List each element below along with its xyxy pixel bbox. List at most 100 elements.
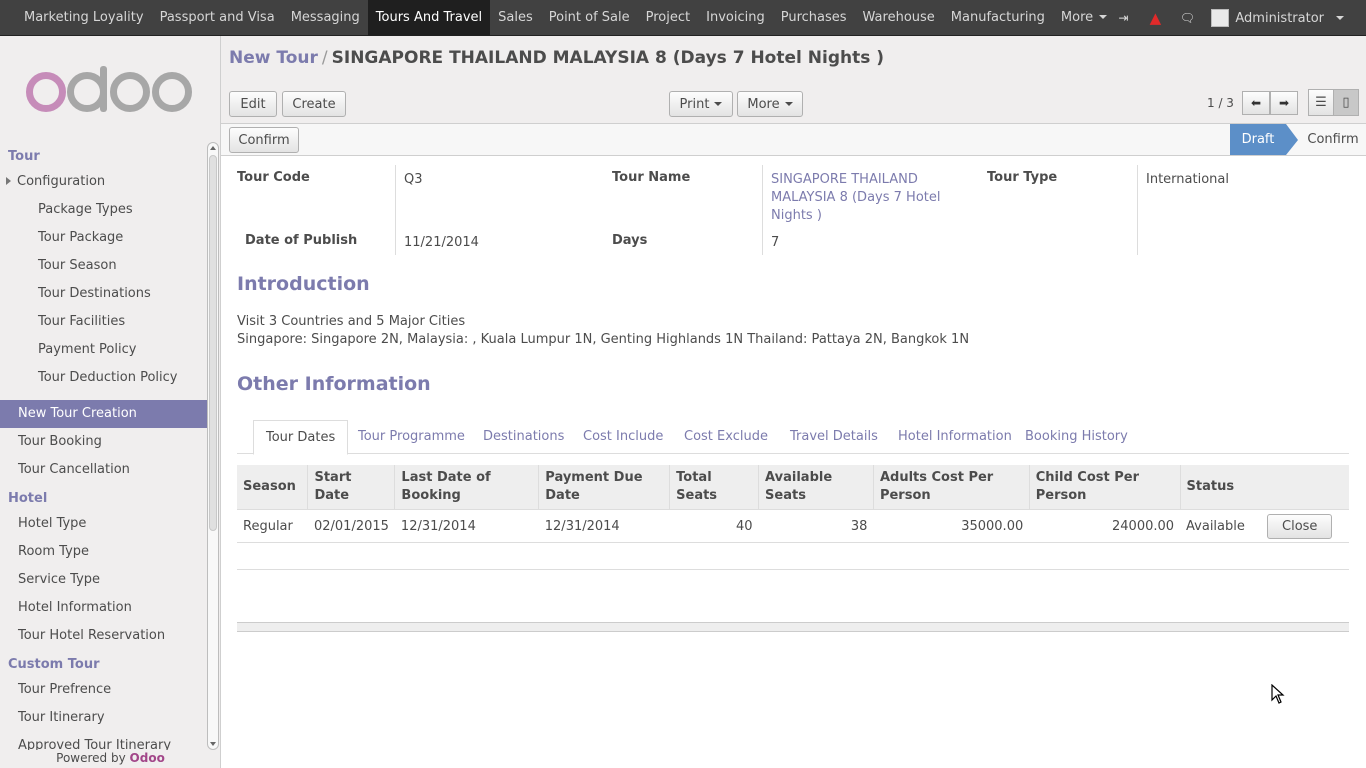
tab-booking-history[interactable]: Booking History: [1025, 420, 1128, 454]
main-content: New Tour / SINGAPORE THAILAND MALAYSIA 8 (…: [221, 36, 1366, 768]
more-label: More: [747, 96, 780, 112]
stage-confirm[interactable]: Confirm: [1299, 124, 1366, 155]
section-tour: Tour: [8, 149, 40, 164]
menu-sales[interactable]: Sales: [490, 0, 541, 36]
tour-type-label: Tour Type: [987, 170, 1058, 185]
sidebar-item-tour-facilities[interactable]: Tour Facilities: [0, 308, 208, 336]
section-hotel: Hotel: [8, 491, 48, 506]
menu-point-of-sale[interactable]: Point of Sale: [541, 0, 638, 36]
date-of-publish-label: Date of Publish: [245, 233, 358, 248]
tab-travel-details[interactable]: Travel Details: [790, 420, 878, 454]
scroll-down-icon[interactable]: [210, 742, 216, 746]
tour-name-value[interactable]: SINGAPORE THAILAND MALAYSIA 8 (Days 7 Ho…: [771, 171, 981, 225]
tab-cost-exclude[interactable]: Cost Exclude: [684, 420, 768, 454]
chat-icon[interactable]: 🗨: [1179, 11, 1195, 25]
powered-brand-link[interactable]: Odoo: [130, 751, 165, 765]
odoo-logo[interactable]: [26, 66, 196, 122]
avatar: [1211, 9, 1230, 27]
column-header-child-cost[interactable]: Child Cost Per Person: [1029, 465, 1181, 510]
cell-available-seats: 38: [758, 509, 874, 543]
column-header-last-date-of-booking[interactable]: Last Date of Booking: [394, 465, 540, 510]
menu-project[interactable]: Project: [638, 0, 698, 36]
tab-tour-programme[interactable]: Tour Programme: [358, 420, 465, 454]
sidebar-item-new-tour-creation[interactable]: New Tour Creation: [0, 400, 208, 428]
column-header-payment-due-date[interactable]: Payment Due Date: [538, 465, 671, 510]
top-navbar: Marketing Loyality Passport and Visa Mes…: [0, 0, 1366, 36]
sidebar-item-payment-policy[interactable]: Payment Policy: [0, 336, 208, 364]
section-custom-tour: Custom Tour: [8, 657, 100, 672]
caret-down-icon: [1336, 16, 1344, 20]
menu-passport-visa[interactable]: Passport and Visa: [152, 0, 283, 36]
menu-marketing-loyality[interactable]: Marketing Loyality: [16, 0, 152, 36]
menu-messaging[interactable]: Messaging: [283, 0, 368, 36]
date-of-publish-value: 11/21/2014: [404, 235, 479, 250]
breadcrumb-parent[interactable]: New Tour: [229, 48, 318, 68]
column-header-total-seats[interactable]: Total Seats: [669, 465, 760, 510]
tab-cost-include[interactable]: Cost Include: [583, 420, 663, 454]
edit-button[interactable]: Edit: [229, 91, 277, 117]
tab-hotel-information[interactable]: Hotel Information: [898, 420, 1012, 454]
sidebar-menu: Tour Configuration Package Types Tour Pa…: [0, 142, 208, 750]
menu-invoicing[interactable]: Invoicing: [698, 0, 773, 36]
sidebar-item-tour-prefrence[interactable]: Tour Prefrence: [0, 676, 208, 704]
menu-more[interactable]: More: [1053, 0, 1115, 36]
caret-down-icon: [784, 102, 793, 106]
stage-draft[interactable]: Draft: [1230, 124, 1298, 155]
tour-dates-table: Season Start Date Last Date of Booking P…: [237, 465, 1349, 597]
app-menu: Marketing Loyality Passport and Visa Mes…: [0, 0, 1115, 36]
sidebar-item-package-types[interactable]: Package Types: [0, 196, 208, 224]
column-header-start-date[interactable]: Start Date: [307, 465, 396, 510]
column-header-adults-cost[interactable]: Adults Cost Per Person: [873, 465, 1030, 510]
breadcrumb-separator: /: [321, 48, 328, 68]
sidebar-item-tour-booking[interactable]: Tour Booking: [0, 428, 208, 456]
menu-warehouse[interactable]: Warehouse: [855, 0, 943, 36]
sidebar-item-tour-deduction-policy[interactable]: Tour Deduction Policy: [0, 364, 208, 392]
sidebar-item-hotel-type[interactable]: Hotel Type: [0, 510, 208, 538]
pager-previous-button[interactable]: ⬅: [1242, 91, 1270, 115]
menu-purchases[interactable]: Purchases: [773, 0, 855, 36]
column-header-available-seats[interactable]: Available Seats: [758, 465, 874, 510]
divider: [1137, 165, 1138, 255]
empty-cell: [237, 542, 1349, 570]
table-footer: [237, 622, 1349, 632]
sidebar-item-service-type[interactable]: Service Type: [0, 566, 208, 594]
print-button[interactable]: Print: [669, 91, 733, 117]
list-view-button[interactable]: ☰: [1308, 89, 1334, 116]
empty-cell: [237, 569, 1349, 597]
form-view-button[interactable]: ▯: [1333, 89, 1359, 116]
sidebar-scrollbar[interactable]: [207, 142, 219, 750]
sidebar-item-tour-itinerary[interactable]: Tour Itinerary: [0, 704, 208, 732]
warning-icon[interactable]: ▲: [1147, 9, 1163, 27]
sidebar-item-tour-cancellation[interactable]: Tour Cancellation: [0, 456, 208, 484]
sidebar-item-tour-hotel-reservation[interactable]: Tour Hotel Reservation: [0, 622, 208, 650]
table-row[interactable]: Regular 02/01/2015 12/31/2014 12/31/2014…: [237, 509, 1349, 543]
cell-status: Available: [1180, 509, 1261, 543]
pager-next-button[interactable]: ➡: [1270, 91, 1298, 115]
sidebar-item-tour-package[interactable]: Tour Package: [0, 224, 208, 252]
tab-tour-dates[interactable]: Tour Dates: [253, 420, 349, 455]
column-header-season[interactable]: Season: [237, 465, 309, 510]
close-button[interactable]: Close: [1267, 513, 1333, 539]
sidebar-item-tour-season[interactable]: Tour Season: [0, 252, 208, 280]
scrollbar-thumb[interactable]: [209, 155, 217, 531]
sidebar-item-room-type[interactable]: Room Type: [0, 538, 208, 566]
menu-manufacturing[interactable]: Manufacturing: [943, 0, 1053, 36]
sidebar-item-configuration[interactable]: Configuration: [0, 168, 208, 196]
sidebar: Tour Configuration Package Types Tour Pa…: [0, 36, 221, 768]
sign-out-icon[interactable]: ⇥: [1115, 11, 1131, 25]
sidebar-item-tour-destinations[interactable]: Tour Destinations: [0, 280, 208, 308]
column-header-action: [1261, 465, 1349, 510]
column-header-status[interactable]: Status: [1180, 465, 1261, 510]
create-button[interactable]: Create: [282, 91, 346, 117]
cell-child-cost: 24000.00: [1029, 509, 1181, 543]
cell-total-seats: 40: [669, 509, 759, 543]
sidebar-item-label: Configuration: [17, 174, 106, 189]
confirm-button[interactable]: Confirm: [229, 127, 299, 153]
user-menu[interactable]: Administrator: [1211, 9, 1344, 27]
sidebar-item-hotel-information[interactable]: Hotel Information: [0, 594, 208, 622]
menu-tours-and-travel[interactable]: Tours And Travel: [367, 0, 491, 36]
scroll-up-icon[interactable]: [210, 146, 216, 150]
more-button[interactable]: More: [737, 91, 803, 117]
sidebar-item-approved-tour-itinerary[interactable]: Approved Tour Itinerary: [0, 732, 208, 750]
tab-destinations[interactable]: Destinations: [483, 420, 564, 454]
